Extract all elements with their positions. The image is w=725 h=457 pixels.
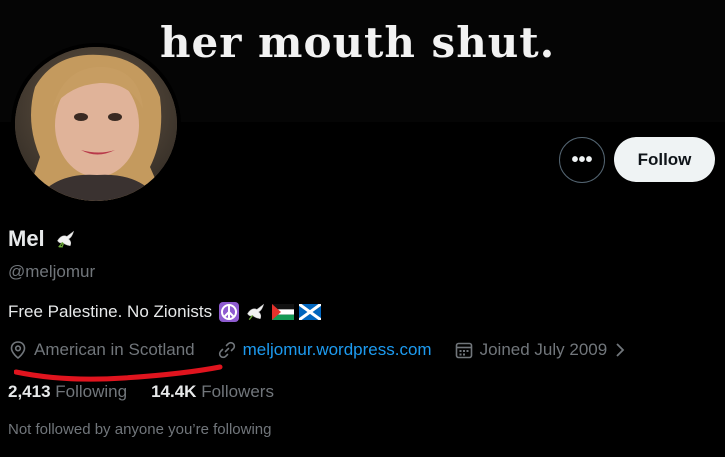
more-icon: •••	[571, 148, 593, 171]
followed-by-text: Not followed by anyone you’re following	[8, 421, 272, 438]
joined-text: Joined July 2009	[479, 340, 608, 359]
more-options-button[interactable]: •••	[559, 137, 605, 183]
chevron-right-icon[interactable]	[613, 341, 627, 359]
peace-symbol-icon	[218, 301, 240, 323]
followers-count: 14.4K	[151, 382, 197, 401]
following-stat[interactable]: 2,413 Following	[8, 382, 127, 402]
location: American in Scotland	[8, 340, 195, 360]
follow-button[interactable]: Follow	[614, 137, 715, 182]
bio-emojis	[218, 301, 322, 323]
dove-icon	[55, 228, 77, 250]
dove-icon	[245, 301, 267, 323]
red-underline-annotation	[14, 364, 223, 382]
handle: @meljomur	[8, 262, 96, 281]
website-link[interactable]: meljomur.wordpress.com	[243, 340, 432, 360]
following-label: Following	[55, 382, 128, 401]
scotland-flag-icon	[299, 301, 322, 323]
display-name: Mel	[8, 226, 45, 251]
avatar-photo	[15, 47, 177, 201]
name-row: Mel	[8, 226, 77, 252]
follow-stats: 2,413 Following 14.4K Followers	[8, 382, 274, 402]
palestine-flag-icon	[272, 301, 295, 323]
banner-text: her mouth shut.	[160, 18, 556, 67]
profile-meta: American in Scotland meljomur.wordpress.…	[8, 340, 649, 360]
followers-stat[interactable]: 14.4K Followers	[151, 382, 274, 402]
avatar[interactable]	[11, 43, 181, 205]
calendar-icon	[455, 342, 472, 359]
bio: Free Palestine. No Zionists	[8, 301, 322, 323]
following-count: 2,413	[8, 382, 51, 401]
followers-label: Followers	[201, 382, 274, 401]
bio-text: Free Palestine. No Zionists	[8, 302, 213, 321]
location-pin-icon	[10, 341, 26, 360]
website[interactable]: meljomur.wordpress.com	[217, 340, 432, 360]
location-text: American in Scotland	[34, 340, 195, 359]
joined-date: Joined July 2009	[454, 340, 628, 360]
link-icon	[218, 341, 235, 359]
